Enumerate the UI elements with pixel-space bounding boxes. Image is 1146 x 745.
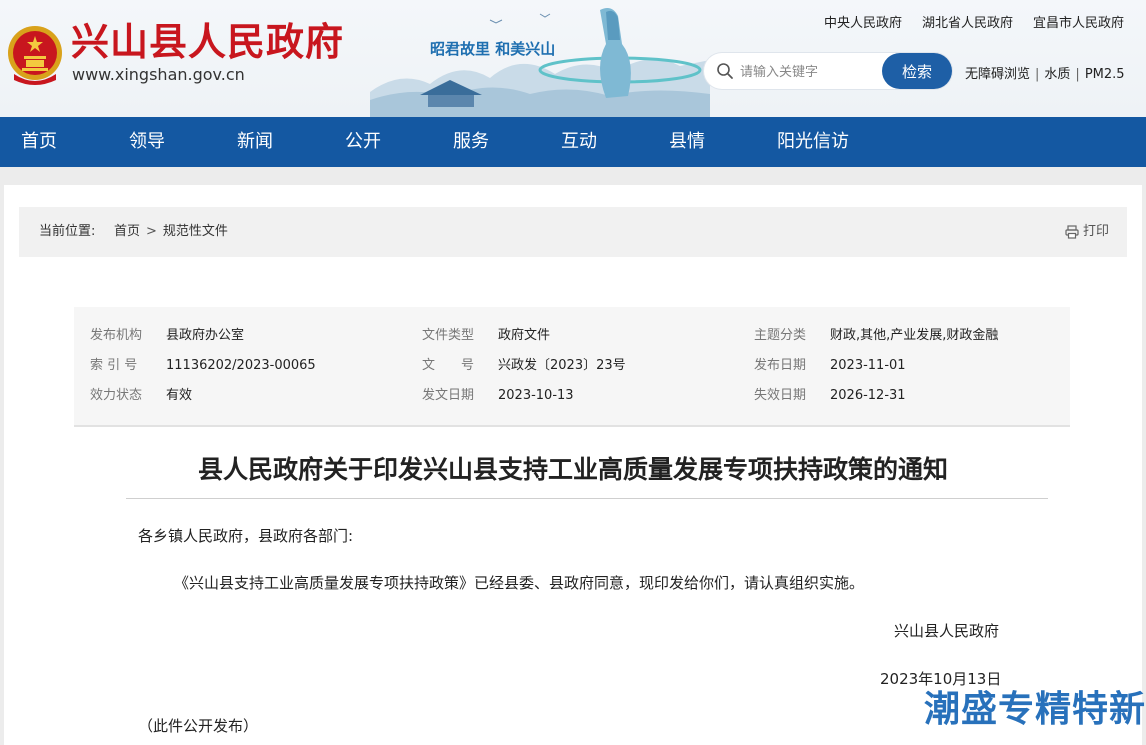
meta-row: 发布机构 县政府办公室 文件类型 政府文件 主题分类 财政,其他,产业发展,财政金融 xyxy=(74,321,1070,351)
nav-item-services[interactable]: 服务 xyxy=(453,117,489,167)
meta-value: 2023-10-13 xyxy=(498,388,574,403)
meta-key: 文 号 xyxy=(422,358,475,373)
breadcrumb: 当前位置: 首页 > 规范性文件 打印 xyxy=(19,207,1127,257)
meta-row: 索 引 号 11136202/2023-00065 文 号 兴政发〔2023〕23号… xyxy=(74,351,1070,381)
meta-value: 兴政发〔2023〕23号 xyxy=(498,358,626,373)
nav-item-public[interactable]: 公开 xyxy=(345,117,381,167)
breadcrumb-home[interactable]: 首页 xyxy=(114,224,140,239)
site-url[interactable]: www.xingshan.gov.cn xyxy=(72,66,245,84)
meta-row: 效力状态 有效 发文日期 2023-10-13 失效日期 2026-12-31 xyxy=(74,381,1070,411)
meta-key: 文件类型 xyxy=(422,328,475,343)
nav-item-news[interactable]: 新闻 xyxy=(237,117,273,167)
document-title: 县人民政府关于印发兴山县支持工业高质量发展专项扶持政策的通知 xyxy=(197,455,948,484)
title-divider xyxy=(126,498,1048,499)
meta-value: 11136202/2023-00065 xyxy=(166,358,316,373)
meta-value: 有效 xyxy=(166,388,193,403)
meta-key: 发布日期 xyxy=(754,358,807,373)
utility-links: 无障碍浏览 | 水质 | PM2.5 xyxy=(965,63,1125,82)
meta-key: 发布机构 xyxy=(90,328,143,343)
nav-item-leaders[interactable]: 领导 xyxy=(129,117,165,167)
document-metadata: 发布机构 县政府办公室 文件类型 政府文件 主题分类 财政,其他,产业发展,财政金融 … xyxy=(74,307,1070,427)
nav-item-home[interactable]: 首页 xyxy=(21,117,57,167)
site-header: 兴山县人民政府 www.xingshan.gov.cn 昭君故里 和美兴山 中央… xyxy=(0,0,1146,117)
breadcrumb-current[interactable]: 规范性文件 xyxy=(163,224,228,239)
nav-item-interaction[interactable]: 互动 xyxy=(561,117,597,167)
meta-key: 失效日期 xyxy=(754,388,807,403)
top-link[interactable]: 宜昌市人民政府 xyxy=(1033,12,1124,31)
meta-key: 索 引 号 xyxy=(90,358,138,373)
nav-item-petition[interactable]: 阳光信访 xyxy=(777,117,849,167)
search-box: 检索 xyxy=(704,53,952,89)
body-paragraph: 《兴山县支持工业高质量发展专项扶持政策》已经县委、县政府同意，现印发给你们，请认… xyxy=(174,574,865,592)
water-quality-link[interactable]: 水质 xyxy=(1044,67,1070,82)
slogan: 昭君故里 和美兴山 xyxy=(430,40,556,58)
nav-item-county-info[interactable]: 县情 xyxy=(669,117,705,167)
signature: 兴山县人民政府 xyxy=(894,622,1000,640)
search-input[interactable] xyxy=(738,59,882,85)
issue-date: 2023年10月13日 xyxy=(880,670,1002,688)
search-icon xyxy=(717,63,733,79)
meta-key: 发文日期 xyxy=(422,388,475,403)
meta-value: 2026-12-31 xyxy=(830,388,906,403)
top-link[interactable]: 湖北省人民政府 xyxy=(922,12,1013,31)
publication-note: （此件公开发布） xyxy=(138,717,259,735)
national-emblem-icon xyxy=(8,26,62,85)
print-button[interactable]: 打印 xyxy=(1065,207,1109,257)
pm25-link[interactable]: PM2.5 xyxy=(1085,67,1125,82)
watermark: 潮盛专精特新 xyxy=(923,689,1146,730)
meta-value: 2023-11-01 xyxy=(830,358,906,373)
top-links: 中央人民政府 湖北省人民政府 宜昌市人民政府 xyxy=(824,12,1124,31)
meta-key: 效力状态 xyxy=(90,388,143,403)
print-label: 打印 xyxy=(1082,224,1109,239)
breadcrumb-trail: 首页 > 规范性文件 xyxy=(114,207,228,257)
main-nav: 首页 领导 新闻 公开 服务 互动 县情 阳光信访 xyxy=(0,117,1146,167)
site-name[interactable]: 兴山县人民政府 xyxy=(71,20,344,64)
meta-value: 财政,其他,产业发展,财政金融 xyxy=(830,328,999,343)
meta-value: 政府文件 xyxy=(498,328,551,343)
meta-value: 县政府办公室 xyxy=(166,328,245,343)
separator: | xyxy=(1075,67,1080,82)
accessibility-link[interactable]: 无障碍浏览 xyxy=(965,67,1030,82)
salutation: 各乡镇人民政府，县政府各部门: xyxy=(138,527,354,545)
breadcrumb-arrow: > xyxy=(146,224,157,239)
printer-icon xyxy=(1065,225,1079,239)
top-link[interactable]: 中央人民政府 xyxy=(824,12,902,31)
search-button[interactable]: 检索 xyxy=(882,53,952,89)
breadcrumb-label: 当前位置: xyxy=(39,224,96,239)
separator: | xyxy=(1035,67,1040,82)
meta-key: 主题分类 xyxy=(754,328,807,343)
content-panel: 当前位置: 首页 > 规范性文件 打印 发布机构 县政府办公室 文件类型 政府文件 主题… xyxy=(4,185,1142,745)
